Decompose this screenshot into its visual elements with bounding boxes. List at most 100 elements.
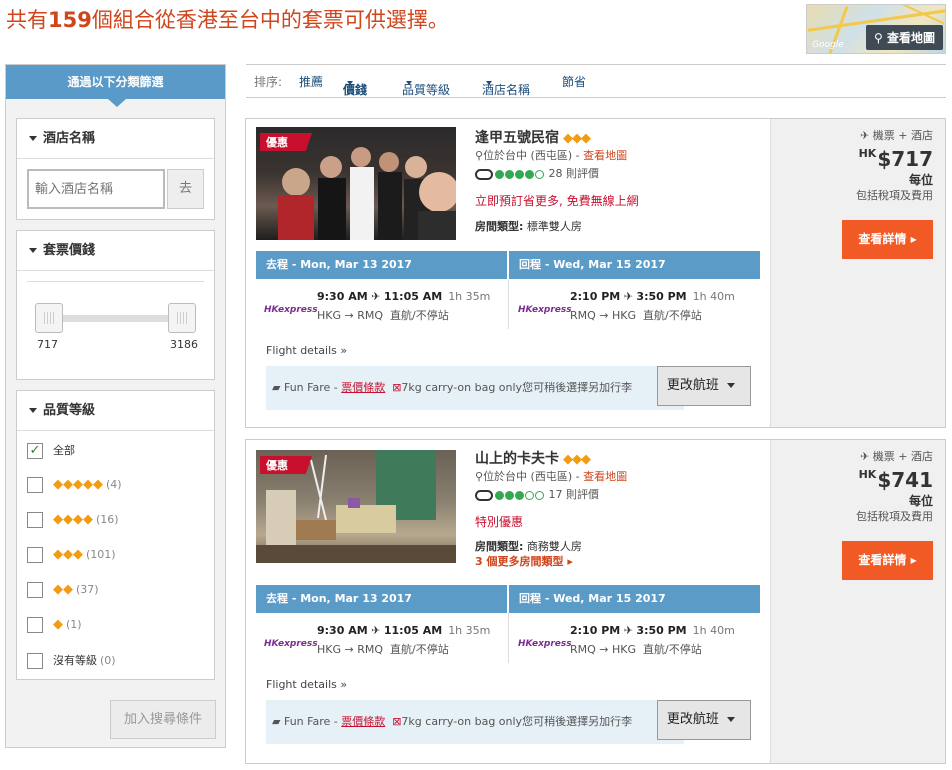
hotel-reviews[interactable]: 17 則評價 [475,486,599,502]
duration: 1h 40m [692,290,735,303]
location-text: 位於台中 (西屯區) [483,470,573,483]
search-icon: ⚲ [874,31,883,45]
hotel-name-link[interactable]: 逢甲五號民宿 ◆◆◆ [475,127,591,147]
checkbox[interactable] [27,477,43,493]
currency: HK [858,468,877,481]
package-label: 機票 + 酒店 [872,450,933,463]
room-type: 房間類型: 標準雙人房 [475,218,582,234]
sort-savings[interactable]: 節省 [562,73,586,90]
arrive-time: 3:50 PM [636,624,687,637]
headline-prefix: 共有 [6,8,48,32]
inbound-header: 回程 - Wed, Mar 15 2017 [509,585,760,613]
depart-time: 9:30 AM [317,290,368,303]
quality-option-count: (101) [86,548,116,561]
add-search-criteria-button[interactable]: 加入搜尋條件 [110,700,216,739]
hotel-name-filter: 酒店名稱 去 [16,118,215,220]
quality-option-1[interactable]: ◆ (1) [27,617,82,635]
route: RMQ → HKG [570,309,637,322]
quality-filter-toggle[interactable]: 品質等級 [17,391,214,431]
hotel-name: 逢甲五號民宿 [475,130,559,146]
quality-option-label: 全部 [53,444,75,457]
baggage-info: 7kg carry-on bag only您可稍後選擇另加行李 [401,715,633,728]
price-slider-min-handle[interactable] [35,303,63,333]
hotel-name: 山上的卡夫卡 [475,451,559,467]
quality-option-count: (1) [66,618,82,631]
depart-time: 9:30 AM [317,624,368,637]
price-filter: 套票價錢 717 3186 [16,230,215,380]
hkexpress-logo: HKexpress [264,305,318,315]
hotel-reviews[interactable]: 28 則評價 [475,165,599,181]
checkbox[interactable] [27,547,43,563]
price-value: $717 [877,147,933,171]
fare-name: Fun Fare - [283,715,342,728]
ticket-icon: ▰ [272,381,281,394]
price-filter-toggle[interactable]: 套票價錢 [17,231,214,271]
checkbox[interactable] [27,617,43,633]
hotel-name-input[interactable] [27,169,165,209]
google-logo: Google [812,40,844,50]
hkexpress-logo: HKexpress [518,639,572,649]
tax-note: 包括稅項及費用 [856,189,933,202]
quality-option-unrated[interactable]: 沒有等級 (0) [27,652,116,670]
hotel-name-link[interactable]: 山上的卡夫卡 ◆◆◆ [475,448,591,468]
fare-info: ▰ Fun Fare - 票價條款 ⊠7kg carry-on bag only… [266,700,684,744]
change-flight-button[interactable]: 更改航班 [657,366,751,406]
checkbox[interactable]: ✓ [27,443,43,459]
quality-option-3[interactable]: ◆◆◆ (101) [27,547,116,565]
checkbox[interactable] [27,512,43,528]
quality-option-2[interactable]: ◆◆ (37) [27,582,99,600]
fare-terms-link[interactable]: 票價條款 [341,381,385,394]
ticket-icon: ▰ [272,715,281,728]
sort-recommended[interactable]: 推薦 [299,73,323,90]
deal-badge: 優惠 [260,456,312,474]
hotel-photo[interactable]: 優惠 [256,127,456,240]
package-type: ✈ 機票 + 酒店 [860,127,933,143]
price-panel: ✈ 機票 + 酒店 HK$717 每位 包括稅項及費用 查看詳情 ▸ [770,119,945,427]
hotel-photo[interactable]: 優惠 [256,450,456,563]
quality-option-count: (16) [96,513,119,526]
flight-details-toggle[interactable]: Flight details » [266,344,347,357]
hkexpress-logo: HKexpress [264,639,318,649]
price-value: $741 [877,468,933,492]
more-room-types-label: 3 個更多房間類型 [475,555,564,568]
change-flight-button[interactable]: 更改航班 [657,700,751,740]
quality-option-4[interactable]: ◆◆◆◆ (16) [27,512,119,530]
quality-option-5[interactable]: ◆◆◆◆◆ (4) [27,477,122,495]
view-map-link[interactable]: 查看地圖 [583,470,627,483]
outbound-route: HKG → RMQ 直航/不停站 [317,641,449,657]
price-slider-max-handle[interactable] [168,303,196,333]
flight-details-toggle[interactable]: Flight details » [266,678,347,691]
checkbox[interactable] [27,653,43,669]
quality-filter: 品質等級 ✓ 全部 ◆◆◆◆◆ (4) ◆◆◆◆ (16) ◆◆◆ (101) ◆◆ (3… [16,390,215,680]
plane-icon: ✈ [860,450,870,463]
view-map-link[interactable]: 查看地圖 [583,149,627,162]
sort-bar: 排序: 推薦 價錢 品質等級 酒店名稱 節省 [246,64,946,98]
view-details-button[interactable]: 查看詳情 ▸ [842,220,933,259]
arrive-time: 11:05 AM [383,624,443,637]
inbound-times: 2:10 PM ✈ 3:50 PM 1h 40m [570,290,735,303]
diamond-rating-icon: ◆◆◆◆ [53,512,93,527]
caret-down-icon [406,81,412,85]
plane-icon: ✈ [623,290,633,303]
fare-info: ▰ Fun Fare - 票價條款 ⊠7kg carry-on bag only… [266,366,684,410]
chevron-down-icon: » [340,678,348,691]
inbound-route: RMQ → HKG 直航/不停站 [570,641,702,657]
more-room-types-link[interactable]: 3 個更多房間類型 ▸ [475,553,573,569]
checkbox[interactable] [27,582,43,598]
view-map-button[interactable]: ⚲ 查看地圖 [866,25,943,50]
room-type-value: 商務雙人房 [526,540,582,553]
duration: 1h 35m [448,624,491,637]
filter-title: 通過以下分類篩選 [6,65,225,107]
hotel-name-filter-toggle[interactable]: 酒店名稱 [17,119,214,159]
quality-option-all[interactable]: ✓ 全部 [27,442,75,460]
headline-suffix: 個組合從香港至台中的套票可供選擇。 [91,8,449,32]
hotel-name-go-button[interactable]: 去 [167,169,204,209]
map-thumbnail[interactable]: Google ⚲ 查看地圖 [806,4,946,54]
fare-terms-link[interactable]: 票價條款 [341,715,385,728]
price-filter-title: 套票價錢 [43,243,96,258]
arrive-time: 11:05 AM [383,290,443,303]
view-details-button[interactable]: 查看詳情 ▸ [842,541,933,580]
route: RMQ → HKG [570,643,637,656]
price-max-value: 3186 [170,338,198,351]
hotel-name-filter-title: 酒店名稱 [43,131,96,146]
